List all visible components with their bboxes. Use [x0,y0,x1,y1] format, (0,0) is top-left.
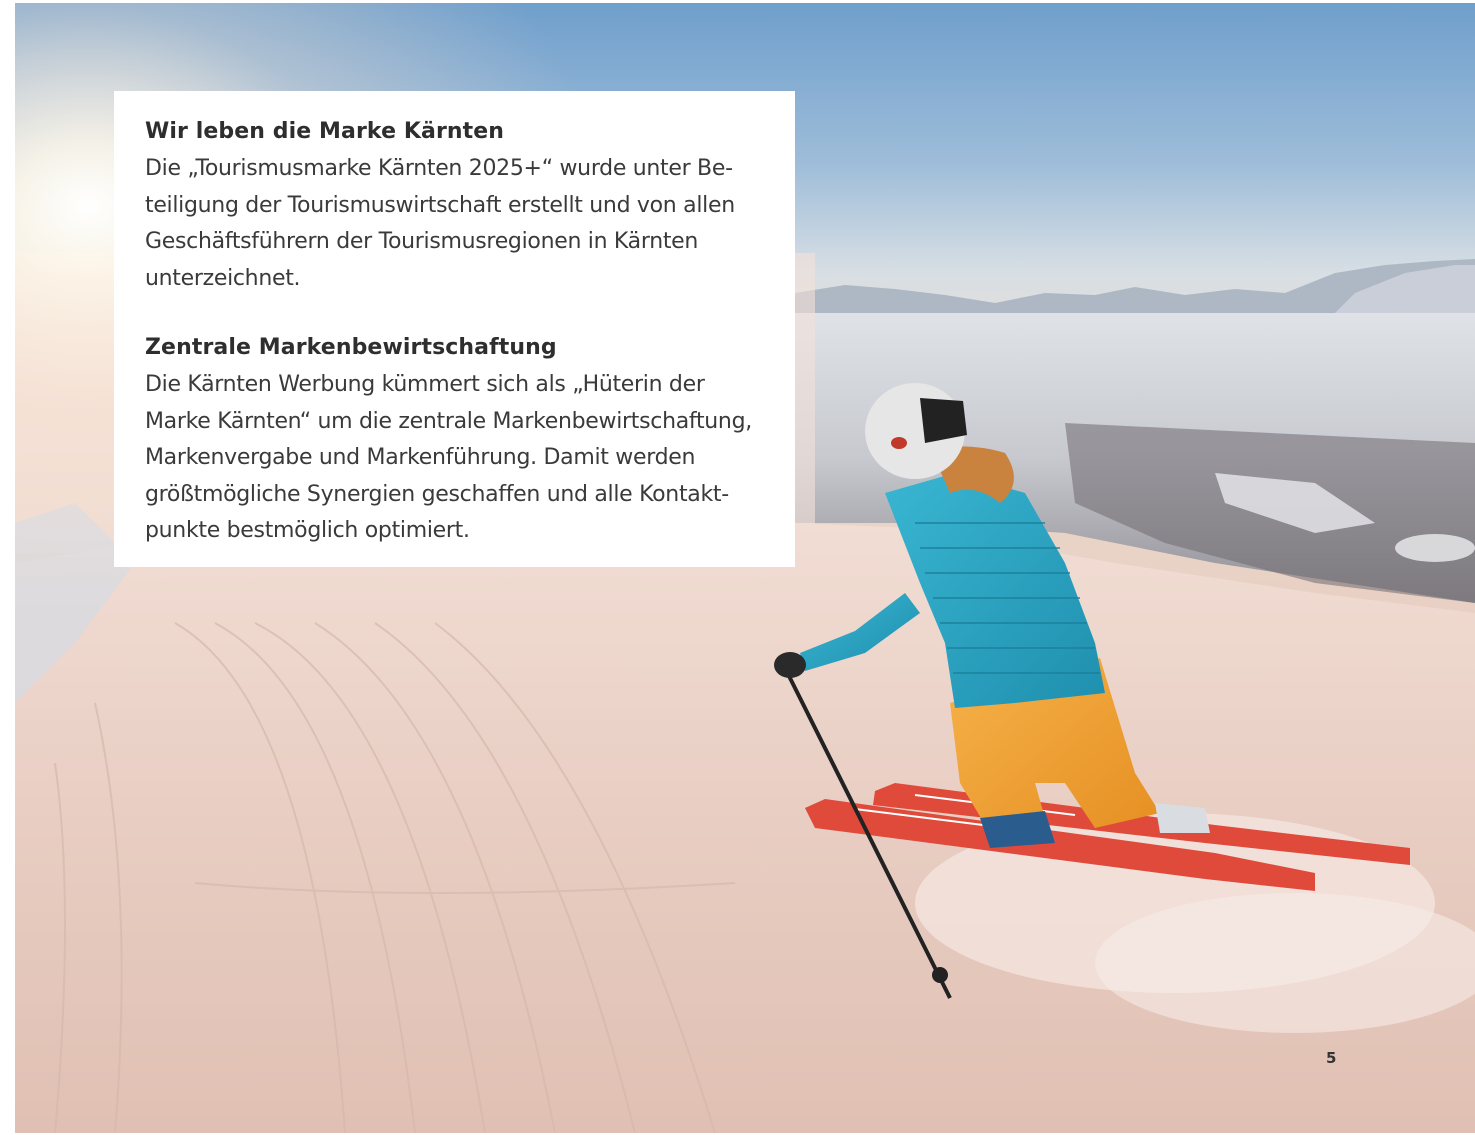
brochure-page: Wir leben die Marke Kärnten Die „Tourism… [0,0,1475,1135]
paragraph-line: Geschäftsführern der Tourismusregionen i… [145,229,699,254]
section-heading-management: Zentrale Markenbewirtschaftung [145,335,557,360]
paragraph-line: teiligung der Tourismuswirtschaft erstel… [145,192,735,218]
paragraph-line: Marke Kärnten“ um die zentrale Markenbew… [145,408,752,434]
paragraph-line: größtmögliche Synergien geschaffen und a… [145,481,729,507]
section-paragraph-brand: Die „Tourismusmarke Kärnten 2025+“ wurde… [145,151,765,297]
paragraph-line: Markenvergabe und Markenführung. Damit w… [145,445,696,470]
section-paragraph-management: Die Kärnten Werbung kümmert sich als „Hü… [145,367,765,550]
paragraph-line: unterzeichnet. [145,265,301,291]
info-text-box: Wir leben die Marke Kärnten Die „Tourism… [114,91,795,567]
section-heading-brand: Wir leben die Marke Kärnten [145,119,505,144]
paragraph-line: Die „Tourismusmarke Kärnten 2025+“ wurde… [145,156,733,181]
page-number: 5 [1326,1049,1337,1067]
paragraph-line: Die Kärnten Werbung kümmert sich als „Hü… [145,372,705,397]
paragraph-line: punkte bestmöglich optimiert. [145,518,470,543]
